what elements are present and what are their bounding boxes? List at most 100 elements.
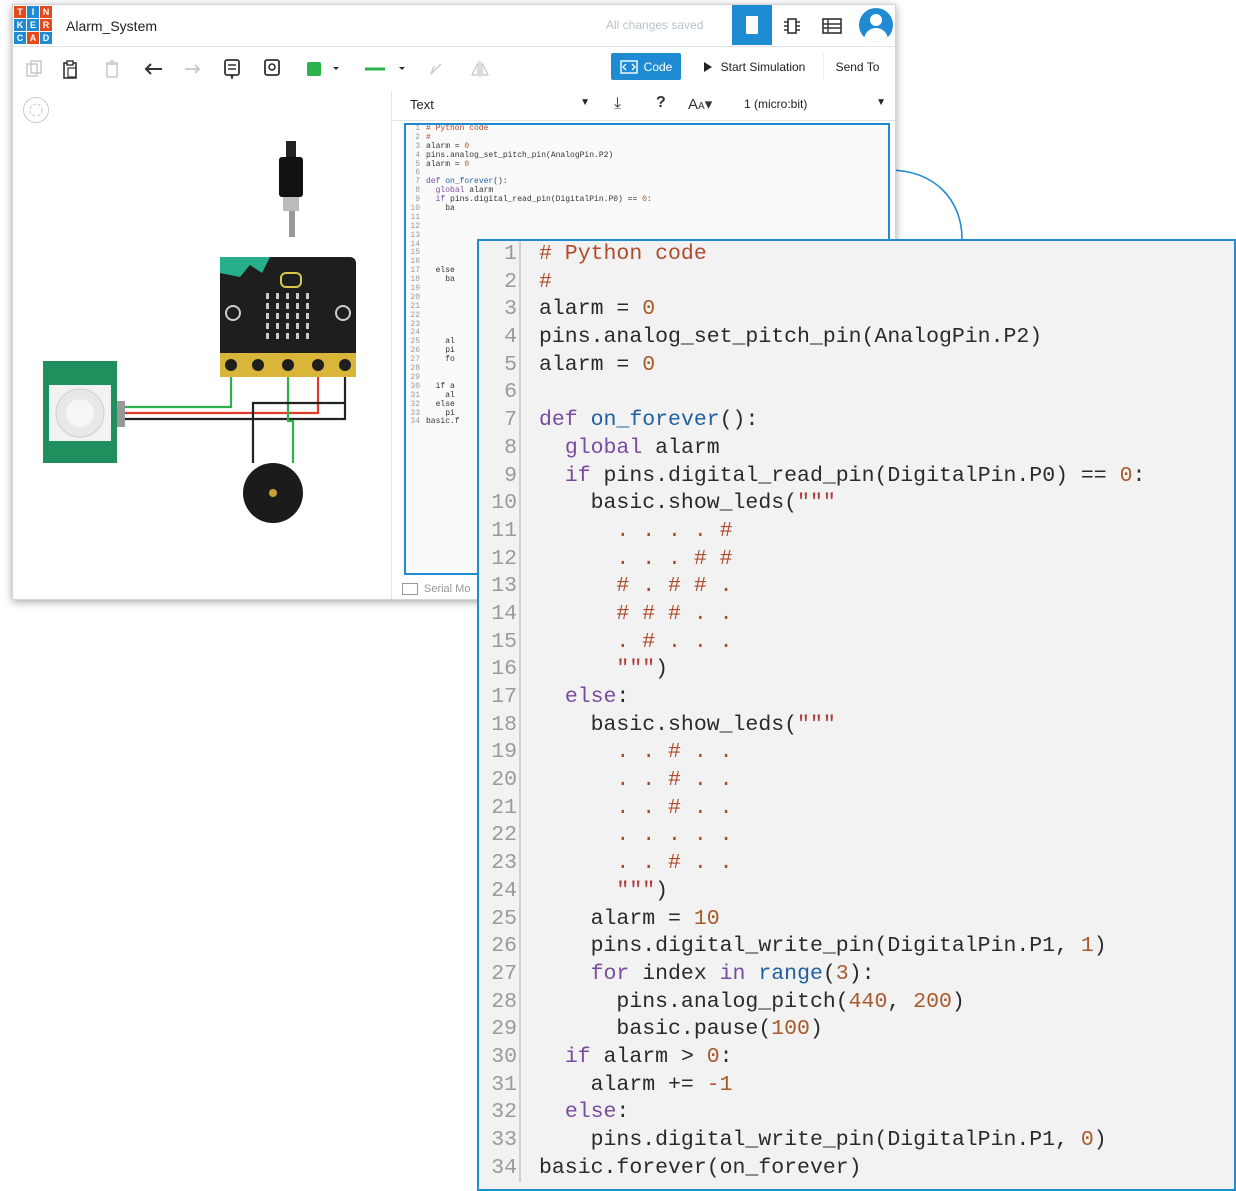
circuit-canvas[interactable]: [13, 91, 391, 599]
code-line[interactable]: 6: [479, 379, 1234, 408]
code-line[interactable]: 1 # Python code: [479, 241, 1234, 269]
note-visibility-icon[interactable]: [259, 56, 285, 82]
line-text: for index in range(3):: [590, 961, 875, 986]
wire-color-dropdown[interactable]: [305, 56, 345, 82]
code-line[interactable]: 8 global alarm: [479, 434, 1234, 463]
device-dropdown[interactable]: 1 (micro:bit) ▼: [744, 97, 886, 111]
line-text: . # . . .: [539, 629, 733, 654]
line-number: 20: [491, 768, 517, 793]
code-line[interactable]: 9 if pins.digital_read_pin(DigitalPin.P0…: [479, 462, 1234, 491]
notes-icon[interactable]: [219, 56, 245, 82]
code-line[interactable]: 9 if pins.digital_read_pin(DigitalPin.P0…: [406, 195, 888, 205]
code-line[interactable]: 22 . . . . .: [479, 822, 1234, 851]
line-number: 10: [491, 491, 517, 516]
code-line[interactable]: 24 """): [479, 877, 1234, 906]
logo-letter: D: [40, 32, 52, 44]
document-title[interactable]: Alarm_System: [66, 18, 157, 34]
code-line[interactable]: 12: [406, 222, 888, 232]
line-number: 9: [504, 463, 517, 488]
code-line[interactable]: 11: [406, 213, 888, 223]
code-line[interactable]: 5 alarm = 0: [479, 351, 1234, 380]
code-line[interactable]: 30 if alarm > 0:: [479, 1043, 1234, 1072]
piezo-buzzer[interactable]: [243, 463, 303, 523]
bom-button[interactable]: [819, 13, 845, 39]
code-line[interactable]: 10 basic.show_leds(""": [479, 490, 1234, 518]
component-list-button[interactable]: [779, 13, 805, 39]
line-text: basic.show_leds(""": [539, 491, 836, 516]
code-line[interactable]: 3 alarm = 0: [479, 296, 1234, 325]
code-line[interactable]: 27 for index in range(3):: [479, 960, 1234, 989]
code-line[interactable]: 23 . . # . .: [479, 850, 1234, 878]
rotate-icon[interactable]: [423, 56, 449, 82]
code-button[interactable]: Code: [611, 53, 681, 80]
code-line[interactable]: 14 # # # . .: [479, 600, 1234, 629]
code-line[interactable]: 29 basic.pause(100): [479, 1016, 1234, 1044]
code-line[interactable]: 34 basic.forever(on_forever): [479, 1154, 1234, 1183]
code-line[interactable]: 5 alarm = 0: [406, 160, 888, 170]
undo-icon[interactable]: [141, 56, 167, 82]
gutter-divider: [519, 296, 521, 325]
code-line[interactable]: 13 # . # # .: [479, 573, 1234, 601]
circuit-view-button[interactable]: [732, 5, 772, 45]
code-line[interactable]: 20 . . # . .: [479, 767, 1234, 795]
serial-monitor-button[interactable]: Serial Mo: [402, 579, 470, 599]
tinkercad-logo[interactable]: T I N K E R C A D: [13, 5, 53, 45]
start-simulation-button[interactable]: Start Simulation: [689, 53, 819, 80]
code-line[interactable]: 25 alarm = 10: [479, 905, 1234, 934]
code-line[interactable]: 4 pins.analog_set_pitch_pin(AnalogPin.P2): [479, 324, 1234, 352]
line-text: basic.pause(100): [539, 1017, 823, 1042]
user-avatar[interactable]: [859, 8, 893, 42]
send-to-button[interactable]: Send To: [823, 53, 891, 80]
copy-icon[interactable]: [21, 56, 47, 82]
code-line[interactable]: 16 """): [479, 656, 1234, 684]
code-line[interactable]: 17 else:: [479, 684, 1234, 712]
code-line[interactable]: 26 pins.digital_write_pin(DigitalPin.P1,…: [479, 933, 1234, 961]
gutter-divider: [519, 656, 521, 684]
code-mode-dropdown[interactable]: Text ▼: [410, 97, 590, 112]
code-line[interactable]: 15 . # . . .: [479, 628, 1234, 657]
logo-letter: I: [27, 6, 39, 18]
redo-icon[interactable]: [179, 56, 205, 82]
flip-icon[interactable]: [467, 56, 493, 82]
code-line[interactable]: 31 alarm += -1: [479, 1071, 1234, 1100]
line-text: global alarm: [564, 435, 720, 460]
line-text: """): [616, 657, 669, 682]
microbit-board[interactable]: [220, 257, 356, 377]
download-code-icon[interactable]: ⤓: [614, 95, 621, 113]
font-size-icon[interactable]: AA▾: [688, 95, 712, 113]
gutter-divider: [519, 434, 521, 463]
wire-type-dropdown[interactable]: [363, 56, 411, 82]
code-line[interactable]: 28 pins.analog_pitch(440, 200): [479, 988, 1234, 1017]
line-number: 4: [504, 325, 517, 350]
line-number: 18: [491, 712, 517, 737]
gutter-divider: [519, 241, 521, 269]
gutter-divider: [519, 351, 521, 380]
line-text: . . . . #: [539, 518, 733, 543]
code-line[interactable]: 21 . . # . .: [479, 794, 1234, 823]
code-line[interactable]: 33 pins.digital_write_pin(DigitalPin.P1,…: [479, 1127, 1234, 1155]
code-line[interactable]: 1 # Python code: [406, 125, 888, 134]
gutter-divider: [519, 933, 521, 961]
pir-motion-sensor[interactable]: [43, 361, 125, 463]
code-line[interactable]: 2 #: [479, 268, 1234, 297]
delete-icon[interactable]: [99, 56, 125, 82]
code-line[interactable]: 10 ba: [406, 204, 888, 214]
code-line[interactable]: 2 #: [406, 133, 888, 143]
code-line[interactable]: 11 . . . . #: [479, 517, 1234, 546]
line-text: # Python code: [539, 242, 707, 266]
code-line[interactable]: 12 . . . # #: [479, 545, 1234, 574]
help-icon[interactable]: ?: [656, 94, 666, 112]
code-editor-icon: [619, 59, 638, 74]
line-text: . . # . .: [539, 768, 733, 793]
line-number: 22: [491, 823, 517, 848]
paste-icon[interactable]: [57, 56, 83, 82]
gutter-divider: [519, 517, 521, 546]
gutter-divider: [519, 545, 521, 574]
gutter-divider: [519, 822, 521, 851]
code-line[interactable]: 32 else:: [479, 1099, 1234, 1127]
circuit-view-icon: [746, 16, 758, 34]
code-line[interactable]: 19 . . # . .: [479, 739, 1234, 768]
code-line[interactable]: 18 basic.show_leds(""": [479, 711, 1234, 740]
code-line[interactable]: 4 pins.analog_set_pitch_pin(AnalogPin.P2): [406, 151, 888, 161]
code-line[interactable]: 7 def on_forever():: [479, 407, 1234, 435]
